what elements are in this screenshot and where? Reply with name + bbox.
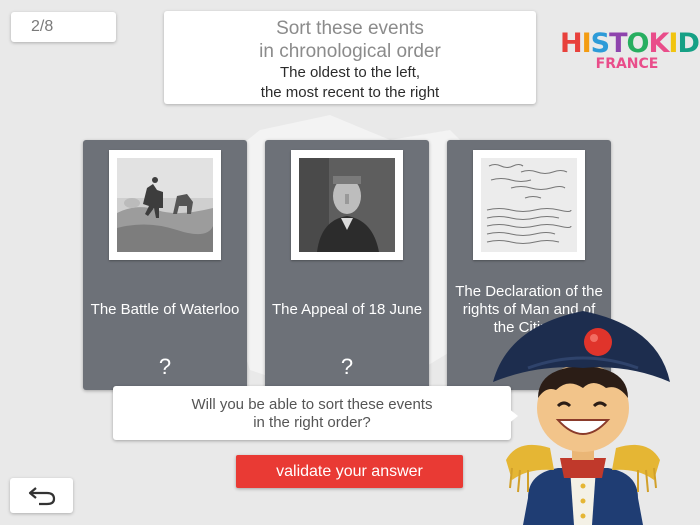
event-card-2[interactable]: The Appeal of 18 June ? bbox=[265, 140, 429, 390]
back-button[interactable] bbox=[10, 478, 73, 513]
instruction-title-line2: in chronological order bbox=[259, 41, 441, 62]
event-card-1[interactable]: The Battle of Waterloo ? bbox=[83, 140, 247, 390]
logo-letter: I bbox=[581, 28, 592, 59]
validate-answer-button[interactable]: validate your answer bbox=[236, 455, 463, 488]
instruction-sub-line2: the most recent to the right bbox=[260, 84, 440, 101]
progress-text: 2/8 bbox=[31, 18, 54, 35]
position-placeholder: ? bbox=[340, 354, 354, 379]
event-image-battle bbox=[109, 150, 221, 260]
instruction-title-line1: Sort these events bbox=[276, 18, 424, 39]
logo-letter: D bbox=[677, 28, 699, 59]
histokids-logo: HISTOKIDS FRANCE bbox=[560, 28, 700, 98]
instruction-sub-line1: The oldest to the left, bbox=[279, 64, 421, 81]
back-arrow-icon bbox=[28, 486, 55, 505]
napoleon-mascot bbox=[493, 311, 670, 525]
logo-letter: H bbox=[560, 28, 583, 59]
logo-letter: T bbox=[609, 28, 627, 59]
logo-letter: K bbox=[648, 28, 669, 59]
logo-letter: S bbox=[590, 28, 610, 59]
logo-letter: O bbox=[626, 28, 650, 59]
logo-wordmark: HISTOKIDS bbox=[560, 28, 700, 59]
bubble-line2: in the right order? bbox=[253, 414, 371, 431]
event-image-portrait bbox=[291, 150, 403, 260]
event-label: The Battle of Waterloo bbox=[90, 301, 240, 318]
speech-bubble: Will you be able to sort these events in… bbox=[113, 386, 511, 440]
position-placeholder: ? bbox=[158, 354, 172, 379]
instructions-panel: Sort these events in chronological order… bbox=[164, 11, 536, 104]
event-image-manuscript bbox=[473, 150, 585, 260]
progress-counter: 2/8 bbox=[11, 12, 116, 42]
event-label: The Appeal of 18 June bbox=[271, 301, 423, 318]
bubble-line1: Will you be able to sort these events bbox=[191, 396, 433, 413]
